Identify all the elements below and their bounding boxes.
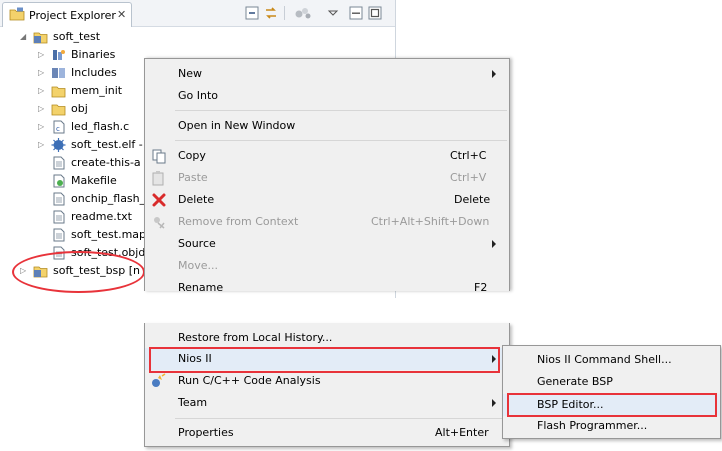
submenu-item-command-shell[interactable]: Nios II Command Shell... <box>503 349 720 371</box>
tab-project-explorer[interactable]: Project Explorer ✕ <box>2 2 132 27</box>
menu-item-paste[interactable]: Paste Ctrl+V <box>145 167 509 189</box>
menu-item-team[interactable]: Team <box>145 392 509 414</box>
collapsed-arrow-icon[interactable]: ▷ <box>38 100 44 118</box>
menu-item-remove-from-context[interactable]: Remove from Context Ctrl+Alt+Shift+Down <box>145 211 509 233</box>
collapsed-arrow-icon[interactable]: ▷ <box>38 82 44 100</box>
tab-title: Project Explorer <box>29 9 116 22</box>
tree-item-label: Binaries <box>71 48 116 61</box>
includes-icon <box>52 68 65 78</box>
menu-item-copy[interactable]: Copy Ctrl+C <box>145 145 509 167</box>
project-explorer-icon <box>9 7 25 21</box>
tree-item-label: soft_test <box>53 30 101 43</box>
menu-item-open-new-window[interactable]: Open in New Window <box>145 115 509 137</box>
binaries-icon <box>53 50 65 60</box>
menu-item-rename[interactable]: Rename F2 <box>145 277 509 291</box>
svg-text:c: c <box>56 125 60 133</box>
menu-item-go-into[interactable]: Go Into <box>145 85 509 107</box>
link-with-editor-icon[interactable] <box>264 6 278 20</box>
menu-item-new[interactable]: New <box>145 63 509 85</box>
toolbar-divider <box>284 6 285 20</box>
folder-icon <box>51 104 66 116</box>
highlight-box-bsp-editor <box>507 393 717 417</box>
submenu-arrow-icon <box>492 70 496 78</box>
close-icon[interactable]: ✕ <box>117 8 126 21</box>
elf-binary-icon <box>51 138 66 152</box>
paste-icon <box>152 171 164 186</box>
highlight-box-nios <box>149 347 500 373</box>
menu-separator <box>175 418 507 419</box>
menu-item-delete[interactable]: Delete Delete <box>145 189 509 211</box>
tree-item-label: onchip_flash_ <box>71 192 146 205</box>
collapsed-arrow-icon[interactable]: ▷ <box>38 46 44 64</box>
delete-icon <box>152 193 166 207</box>
highlight-ellipse <box>12 251 145 293</box>
submenu-arrow-icon <box>492 399 496 407</box>
menu-item-properties[interactable]: Properties Alt+Enter <box>145 422 509 444</box>
tree-item-label: create-this-a <box>71 156 141 169</box>
tree-item-label: obj <box>71 102 88 115</box>
tree-item-label: Includes <box>71 66 117 79</box>
context-menu-upper: New Go Into Open in New Window Copy Ctrl… <box>144 58 510 291</box>
view-menu-icon[interactable] <box>326 6 340 20</box>
text-file-icon <box>53 156 65 170</box>
remove-context-icon <box>154 217 165 229</box>
menu-item-run-code-analysis[interactable]: Run C/C++ Code Analysis <box>145 370 509 392</box>
submenu-item-generate-bsp[interactable]: Generate BSP <box>503 371 720 393</box>
tree-item-label: mem_init <box>71 84 123 97</box>
text-file-icon <box>53 228 65 242</box>
filter-icon[interactable] <box>294 6 312 20</box>
tree-item-label: led_flash.c <box>71 120 130 133</box>
tree-item-label: soft_test.elf - <box>71 138 143 151</box>
collapse-all-icon[interactable] <box>245 6 259 20</box>
collapsed-arrow-icon[interactable]: ▷ <box>38 118 44 136</box>
menu-separator <box>175 140 507 141</box>
folder-icon <box>51 86 66 98</box>
tree-item-label: Makefile <box>71 174 117 187</box>
context-menu-lower: Restore from Local History... Nios II Ru… <box>144 323 510 447</box>
makefile-icon <box>53 174 65 188</box>
menu-item-move[interactable]: Move... <box>145 255 509 277</box>
expanded-arrow-icon[interactable]: ◢ <box>20 28 26 46</box>
project-folder-icon <box>33 32 48 44</box>
maximize-icon[interactable] <box>368 6 382 20</box>
submenu-item-flash-programmer[interactable]: Flash Programmer... <box>503 415 720 437</box>
menu-separator <box>175 110 507 111</box>
c-source-file-icon: c <box>53 120 65 134</box>
text-file-icon <box>53 192 65 206</box>
code-analysis-icon <box>152 373 166 387</box>
minimize-icon[interactable] <box>349 6 363 20</box>
copy-icon <box>152 149 166 164</box>
menu-item-source[interactable]: Source <box>145 233 509 255</box>
collapsed-arrow-icon[interactable]: ▷ <box>38 136 44 154</box>
tree-item-label: soft_test.map <box>71 228 147 241</box>
nios-submenu: Nios II Command Shell... Generate BSP BS… <box>502 345 721 439</box>
collapsed-arrow-icon[interactable]: ▷ <box>38 64 44 82</box>
tree-item-project[interactable]: ◢ soft_test <box>0 28 395 46</box>
submenu-arrow-icon <box>492 240 496 248</box>
tree-item-label: readme.txt <box>71 210 132 223</box>
menu-item-restore-local-history[interactable]: Restore from Local History... <box>145 327 509 349</box>
text-file-icon <box>53 210 65 224</box>
